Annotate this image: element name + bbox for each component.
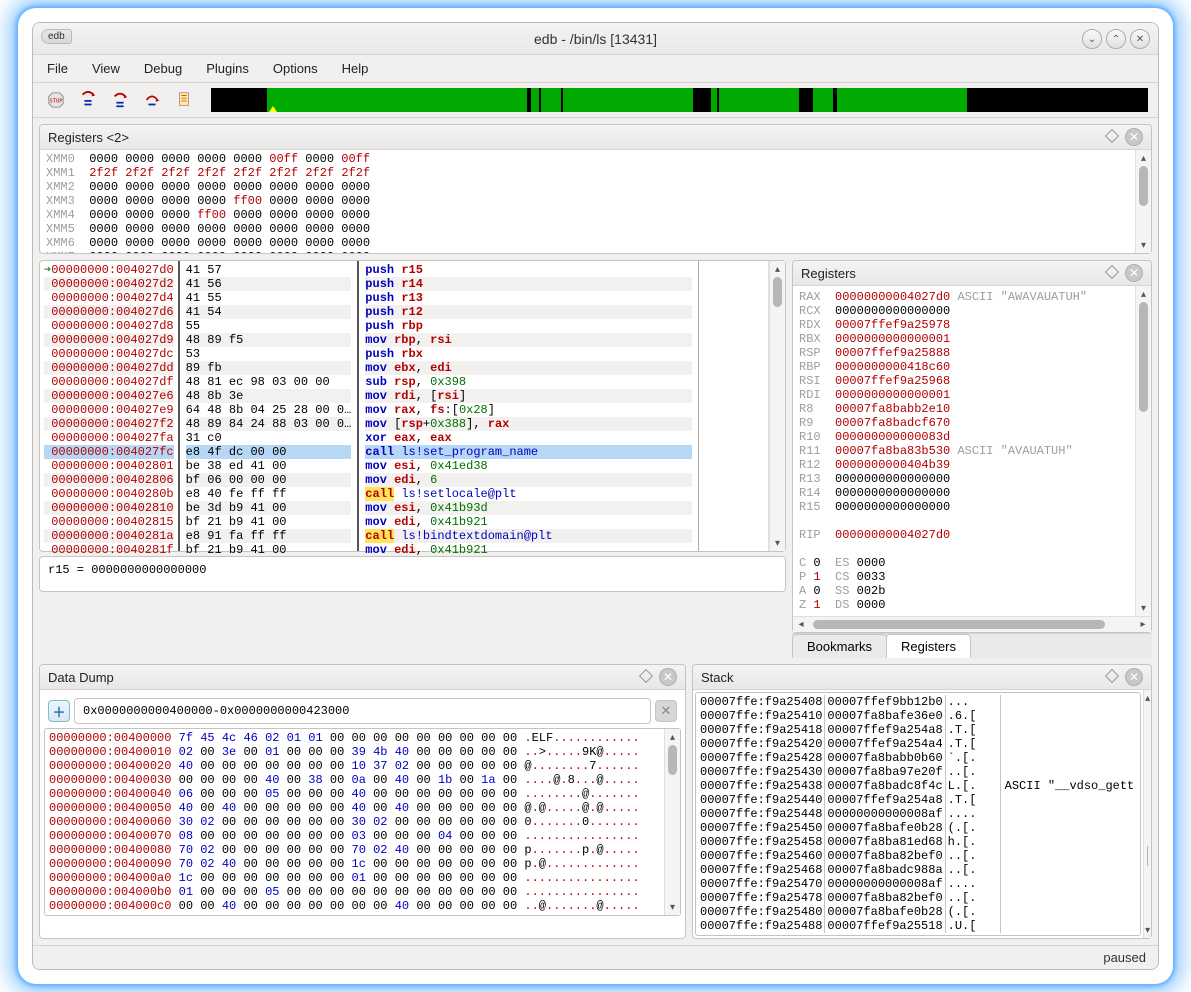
reg-float-icon[interactable] xyxy=(1105,265,1119,279)
tab-registers[interactable]: Registers xyxy=(886,634,971,658)
stack-title: Stack xyxy=(701,670,734,685)
step-into-icon[interactable] xyxy=(75,87,101,113)
registers-title: Registers xyxy=(801,266,856,281)
dump-content[interactable]: 00000000:00400000 7f 45 4c 46 02 01 01 0… xyxy=(45,729,664,915)
stack-values[interactable]: 00007ffef9bb12b0 00007fa8bafe36e0 00007f… xyxy=(825,695,945,933)
stack-panel: Stack ✕ 00007ffe:f9a25408 00007ffe:f9a25… xyxy=(692,664,1152,939)
window-title: edb - /bin/ls [13431] xyxy=(534,31,657,47)
stack-comment: ASCII "__vdso_gett xyxy=(1001,695,1139,933)
dump-float-icon[interactable] xyxy=(639,669,653,683)
reg-close-icon[interactable]: ✕ xyxy=(1125,264,1143,282)
registers-panel: Registers ✕ RAX 00000000004027d0 ASCII "… xyxy=(792,260,1152,633)
xmm-panel-title: Registers <2> xyxy=(48,130,129,145)
stack-addresses[interactable]: 00007ffe:f9a25408 00007ffe:f9a25410 0000… xyxy=(698,695,825,933)
minimize-button[interactable]: ⌄ xyxy=(1082,29,1102,49)
tab-bookmarks[interactable]: Bookmarks xyxy=(792,634,887,658)
step-over-icon[interactable] xyxy=(107,87,133,113)
dump-range-input[interactable]: 0x0000000000400000-0x0000000000423000 xyxy=(74,698,651,724)
memory-map-strip[interactable] xyxy=(211,88,1148,112)
dump-title: Data Dump xyxy=(48,670,114,685)
menu-view[interactable]: View xyxy=(92,61,120,76)
clear-range-button[interactable]: ✕ xyxy=(655,700,677,722)
xmm-close-icon[interactable]: ✕ xyxy=(1125,128,1143,146)
registers-content[interactable]: RAX 00000000004027d0 ASCII "AWAVAUATUH" … xyxy=(793,286,1135,616)
reg-scrollbar[interactable]: ▴▾ xyxy=(1135,286,1151,616)
disasm-scrollbar[interactable]: ▴▾ xyxy=(769,261,785,551)
script-icon[interactable] xyxy=(171,87,197,113)
svg-text:STOP: STOP xyxy=(50,99,63,105)
titlebar: edb edb - /bin/ls [13431] ⌄ ⌃ ✕ xyxy=(33,23,1158,55)
menu-help[interactable]: Help xyxy=(342,61,369,76)
stack-scrollbar[interactable]: ▴▾ xyxy=(1143,690,1151,938)
menu-debug[interactable]: Debug xyxy=(144,61,182,76)
xmm-registers-panel: Registers <2> ✕ XMM0 0000 0000 0000 0000… xyxy=(39,124,1152,254)
float-icon[interactable] xyxy=(1105,129,1119,143)
expression-output: r15 = 0000000000000000 xyxy=(39,556,786,592)
step-out-icon[interactable] xyxy=(139,87,165,113)
menu-file[interactable]: File xyxy=(47,61,68,76)
disassembly-panel[interactable]: ➔00000000:004027d0 00000000:004027d2 000… xyxy=(39,260,786,552)
app-logo: edb xyxy=(41,29,72,44)
menu-plugins[interactable]: Plugins xyxy=(206,61,249,76)
add-dump-button[interactable]: ＋ xyxy=(48,700,70,722)
reg-hscrollbar[interactable]: ◂▸ xyxy=(793,616,1151,632)
stop-icon[interactable]: STOP xyxy=(43,87,69,113)
data-dump-panel: Data Dump ✕ ＋ 0x0000000000400000-0x00000… xyxy=(39,664,686,939)
stack-close-icon[interactable]: ✕ xyxy=(1125,668,1143,686)
xmm-content[interactable]: XMM0 0000 0000 0000 0000 0000 00ff 0000 … xyxy=(40,150,1135,253)
stack-float-icon[interactable] xyxy=(1105,669,1119,683)
window: edb edb - /bin/ls [13431] ⌄ ⌃ ✕ File Vie… xyxy=(32,22,1159,970)
menu-options[interactable]: Options xyxy=(273,61,318,76)
statusbar: paused xyxy=(33,945,1158,969)
toolbar: STOP xyxy=(33,83,1158,118)
dump-close-icon[interactable]: ✕ xyxy=(659,668,677,686)
maximize-button[interactable]: ⌃ xyxy=(1106,29,1126,49)
dump-scrollbar[interactable]: ▴▾ xyxy=(664,729,680,915)
stack-ascii: ... .6.[ .T.[ .T.[ `.[. ..[. L.[. .T.[ .… xyxy=(946,695,1001,933)
xmm-scrollbar[interactable]: ▴▾ xyxy=(1135,150,1151,253)
menubar: File View Debug Plugins Options Help xyxy=(33,55,1158,83)
close-button[interactable]: ✕ xyxy=(1130,29,1150,49)
right-tabs: Bookmarks Registers xyxy=(792,633,1152,658)
